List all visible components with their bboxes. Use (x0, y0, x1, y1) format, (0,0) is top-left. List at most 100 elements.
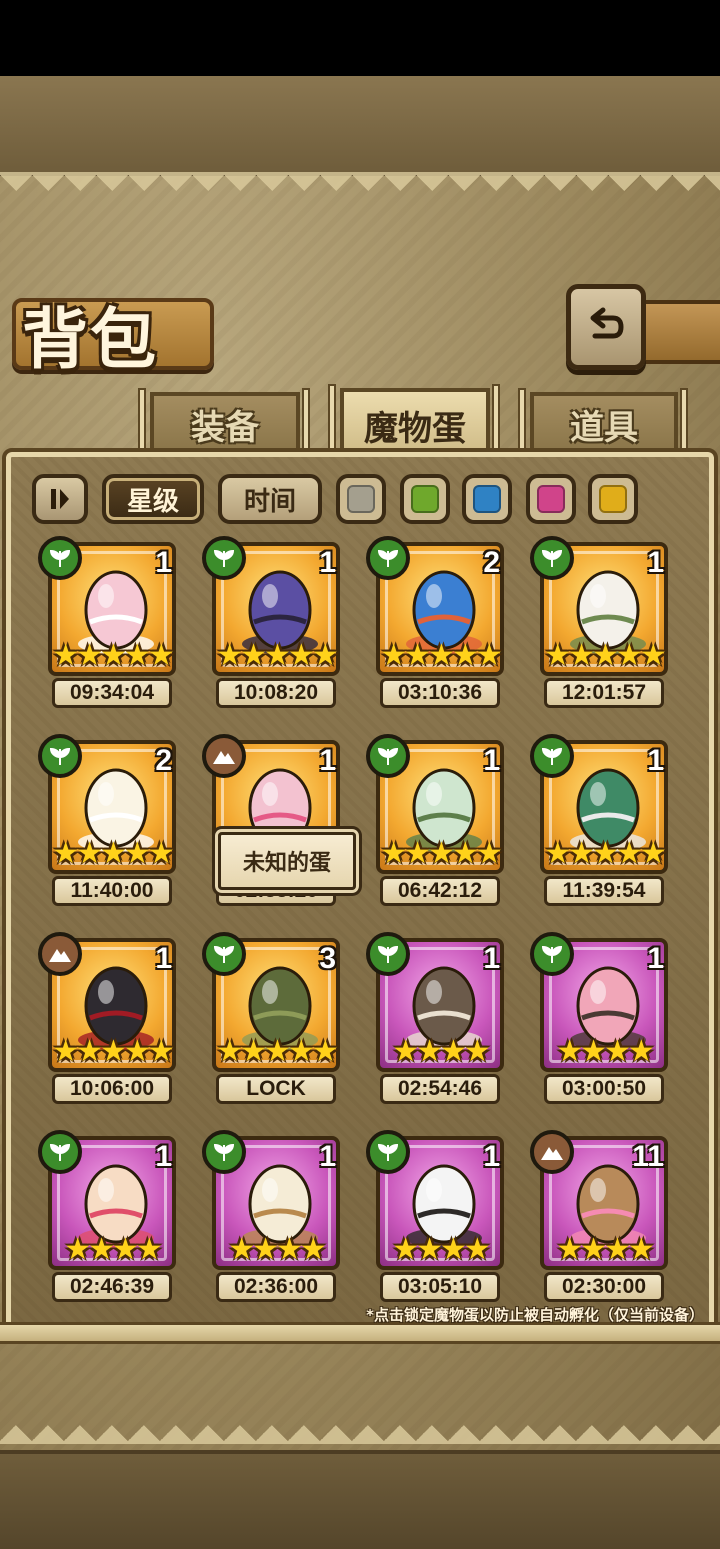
star-rating: ★★★★ (64, 1232, 163, 1267)
hatch-timer: 03:05:10 (380, 1272, 500, 1302)
tab-post (138, 388, 146, 452)
leaf-icon (49, 1143, 71, 1161)
egg-count: 1 (483, 942, 500, 975)
filter-pink-button[interactable] (526, 474, 576, 524)
egg-card[interactable]: 1 ★★★★★ 10:08:20 (202, 536, 344, 708)
hatch-timer: 02:46:39 (52, 1272, 172, 1302)
collapse-toggle-button[interactable] (32, 474, 88, 524)
torn-edge-bottom (0, 1400, 720, 1444)
egg-card[interactable]: 1 ★★★★★ 11:39:54 (530, 734, 672, 906)
leaf-icon (541, 945, 563, 964)
star-rating: ★★★★★ (544, 836, 666, 871)
egg-count: 1 (647, 546, 664, 579)
element-badge (530, 536, 574, 580)
leaf-icon (213, 549, 235, 568)
element-badge (202, 536, 246, 580)
egg-count: 1 (483, 1140, 500, 1173)
egg-count: 1 (319, 546, 336, 579)
egg-card[interactable]: 2 ★★★★★ 11:40:00 (38, 734, 180, 906)
back-button[interactable] (566, 284, 646, 370)
egg-card[interactable]: 1 ★★★★ 02:36:00 (202, 1130, 344, 1302)
egg-card[interactable]: 2 ★★★★★ 03:10:36 (366, 536, 508, 708)
tab-equipment[interactable]: 装备 (150, 392, 300, 452)
tab-monster-eggs[interactable]: 魔物蛋 (340, 388, 490, 458)
star-rating: ★★★★★ (52, 638, 174, 673)
filter-yellow-button[interactable] (588, 474, 638, 524)
tab-post (518, 388, 526, 452)
egg-count: 1 (647, 942, 664, 975)
return-arrow-icon (590, 307, 624, 339)
element-badge (366, 1130, 410, 1174)
hatch-timer: 11:39:54 (544, 876, 664, 906)
egg-count: 1 (319, 1140, 336, 1173)
element-badge (38, 932, 82, 976)
star-rating: ★★★★★ (52, 836, 174, 871)
sort-by-star-button[interactable]: 星级 (102, 474, 204, 524)
egg-card[interactable]: 3 ★★★★★ LOCK (202, 932, 344, 1104)
egg-card[interactable]: 1 ★★★★ 03:00:50 (530, 932, 672, 1104)
hatch-timer: 02:36:00 (216, 1272, 336, 1302)
pause-toggle-icon (51, 489, 69, 509)
element-badge (38, 734, 82, 778)
star-rating: ★★★★ (392, 1232, 491, 1267)
hatch-timer: 11:40:00 (52, 876, 172, 906)
egg-count: 1 (155, 1140, 172, 1173)
star-rating: ★★★★ (392, 1034, 491, 1069)
tab-post (492, 384, 500, 454)
leaf-icon (377, 945, 399, 964)
egg-count: 1 (155, 546, 172, 579)
egg-count: 3 (319, 942, 336, 975)
element-badge (530, 932, 574, 976)
star-rating: ★★★★★ (380, 638, 502, 673)
egg-card[interactable]: 1 ★★★★★ 09:34:04 (38, 536, 180, 708)
element-badge (366, 932, 410, 976)
egg-card[interactable]: 11 ★★★★ 02:30:00 (530, 1130, 672, 1302)
hatch-timer: 03:10:36 (380, 678, 500, 708)
mountain-icon (213, 751, 235, 764)
hatch-timer: 02:54:46 (380, 1074, 500, 1104)
hatch-timer: 12:01:57 (544, 678, 664, 708)
hatch-timer: LOCK (216, 1074, 336, 1104)
filter-blue-button[interactable] (462, 474, 512, 524)
star-rating: ★★★★★ (544, 638, 666, 673)
lock-hint-footnote: *点击锁定魔物蛋以防止被自动孵化（仅当前设备） (366, 1306, 704, 1324)
egg-card[interactable]: 1 ★★★★ 02:46:39 (38, 1130, 180, 1302)
sort-by-time-button[interactable]: 时间 (218, 474, 322, 524)
tab-post (302, 388, 310, 452)
leaf-icon (377, 549, 399, 568)
element-badge (366, 536, 410, 580)
filter-green-button[interactable] (400, 474, 450, 524)
egg-card[interactable]: 1 ★★★★ 02:54:46 (366, 932, 508, 1104)
hatch-timer: 06:42:12 (380, 876, 500, 906)
hatch-timer: 03:00:50 (544, 1074, 664, 1104)
star-rating: ★★★★ (228, 1232, 327, 1267)
leaf-icon (377, 747, 399, 766)
tab-items[interactable]: 道具 (530, 392, 678, 452)
leaf-icon (377, 1143, 399, 1161)
egg-card[interactable]: 1 ★★★★ 03:05:10 (366, 1130, 508, 1302)
egg-count: 1 (647, 744, 664, 777)
egg-card[interactable]: 1 ★★★★★ 12:01:57 (530, 536, 672, 708)
egg-count: 1 (155, 942, 172, 975)
pink-swatch (537, 485, 565, 513)
unknown-egg-tooltip: 未知的蛋 (218, 832, 356, 890)
leaf-icon (213, 1143, 235, 1161)
element-badge (202, 932, 246, 976)
element-badge (366, 734, 410, 778)
star-rating: ★★★★ (556, 1034, 655, 1069)
element-badge (530, 734, 574, 778)
mountain-icon (49, 949, 71, 962)
egg-card[interactable]: 1 ★★★★★ 10:06:00 (38, 932, 180, 1104)
egg-card[interactable]: 1 ★★★★★ 06:42:12 (366, 734, 508, 906)
egg-count: 2 (155, 744, 172, 777)
element-badge (202, 1130, 246, 1174)
filter-gray-button[interactable] (336, 474, 386, 524)
element-badge (38, 1130, 82, 1174)
star-rating: ★★★★ (556, 1232, 655, 1267)
leaf-icon (541, 747, 563, 766)
element-badge (202, 734, 246, 778)
egg-count: 1 (319, 744, 336, 777)
hatch-timer: 10:06:00 (52, 1074, 172, 1104)
leaf-icon (213, 945, 235, 964)
tab-post (328, 384, 336, 454)
